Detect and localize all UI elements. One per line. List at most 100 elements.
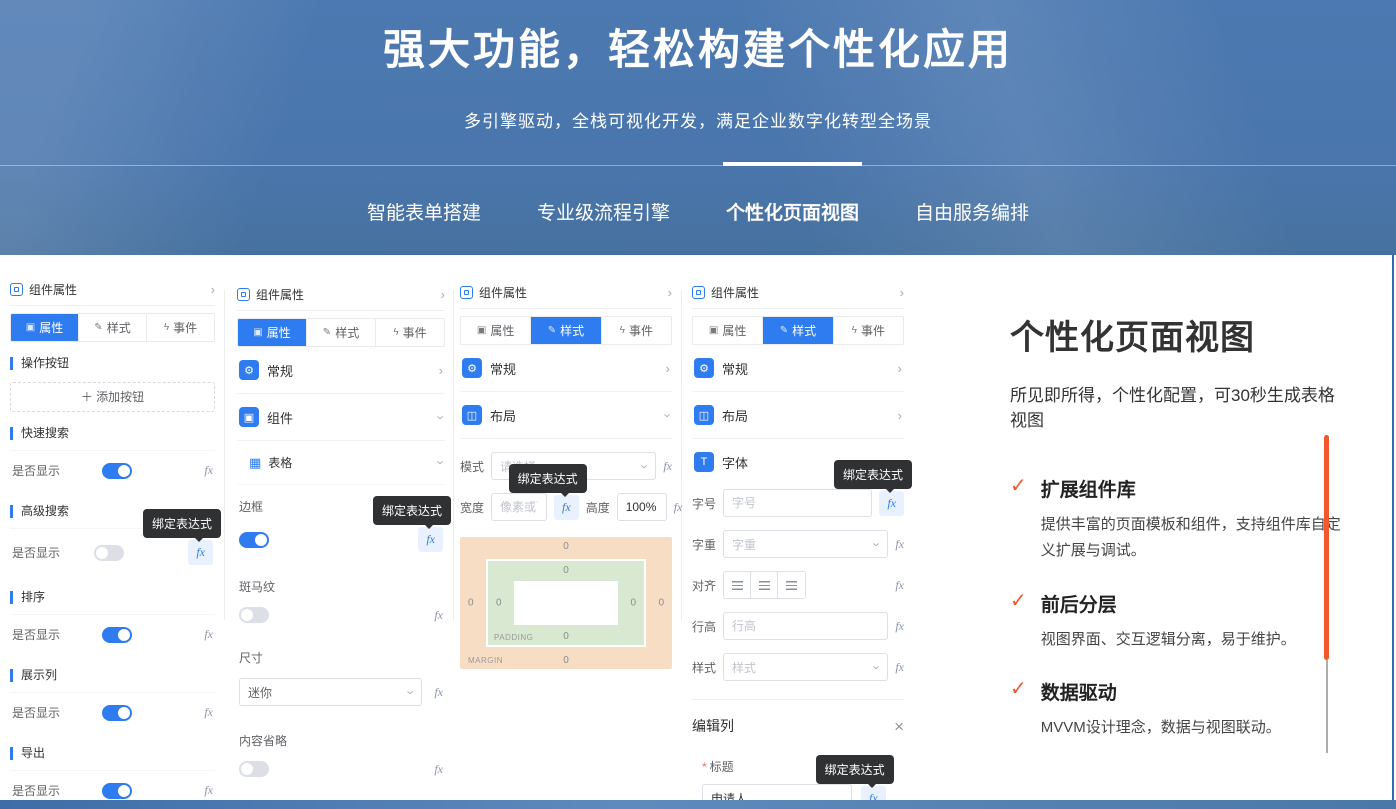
tab-properties[interactable]: ▣属性 [461, 317, 531, 344]
scrollbar-thumb[interactable] [1324, 435, 1329, 660]
content-box [514, 581, 618, 625]
font-size-row: 字号 绑定表达式 fx [692, 489, 904, 517]
font-style-select[interactable]: 样式 › [723, 653, 888, 681]
fx-button[interactable]: fx [674, 500, 683, 515]
size-select[interactable]: 迷你 › [239, 678, 422, 706]
sort-show-row: 是否显示 fx [10, 615, 215, 654]
collapse-general[interactable]: ⚙ 常规 › [460, 345, 672, 392]
fx-button[interactable]: fx [895, 619, 904, 634]
tab-style[interactable]: ✎样式 [763, 317, 833, 344]
fx-button[interactable]: fx [554, 495, 579, 520]
fx-button[interactable]: fx [434, 762, 443, 777]
padding-area[interactable]: 0 0 0 0 PADDING [486, 559, 646, 647]
chevron-down-icon: › [639, 464, 652, 468]
edit-column-title: 编辑列 [692, 716, 734, 736]
panel-tab-bar: ▣属性 ✎样式 ϟ事件 [692, 316, 904, 345]
fx-button[interactable]: fx [434, 608, 443, 623]
fx-button[interactable]: fx [204, 463, 213, 478]
tab-properties[interactable]: ▣属性 [693, 317, 763, 344]
chevron-right-icon[interactable]: › [900, 286, 904, 299]
tab-page-view[interactable]: 个性化页面视图 [726, 198, 859, 225]
height-input[interactable] [617, 493, 667, 521]
tab-event[interactable]: ϟ事件 [602, 317, 671, 344]
panel-divider [224, 290, 225, 620]
collapse-layout[interactable]: ◫ 布局 › [692, 392, 904, 439]
event-icon: ϟ [620, 325, 625, 336]
font-icon: T [694, 452, 714, 472]
general-icon: ⚙ [694, 358, 714, 378]
collapse-component[interactable]: ▣ 组件 › [237, 394, 445, 441]
fx-button[interactable]: fx [204, 783, 213, 798]
add-button[interactable]: ＋ 添加按钮 [10, 382, 215, 412]
collapse-layout[interactable]: ◫ 布局 › [460, 392, 672, 439]
close-icon[interactable]: × [894, 718, 904, 735]
align-right-button[interactable] [778, 572, 805, 598]
chevron-right-icon: › [439, 364, 443, 377]
ellipsis-field: 内容省略 fx [237, 719, 445, 790]
font-weight-row: 字重 字重 › fx [692, 530, 904, 558]
sort-toggle[interactable] [102, 627, 132, 643]
quick-search-toggle[interactable] [102, 463, 132, 479]
collapse-table[interactable]: ▦ 表格 › [237, 441, 445, 485]
panel-title: 组件属性 [29, 281, 211, 298]
fx-button[interactable]: fx [879, 491, 904, 516]
panel-tab-bar: ▣属性 ✎样式 ϟ事件 [10, 313, 215, 342]
panel-style-layout: 组件属性 › ▣属性 ✎样式 ϟ事件 ⚙ 常规 › ◫ 布局 › 模式 请选择 … [460, 281, 672, 669]
fx-button[interactable]: fx [895, 537, 904, 552]
tab-properties[interactable]: ▣属性 [11, 314, 79, 341]
event-icon: ϟ [852, 325, 857, 336]
font-size-input[interactable] [723, 489, 872, 517]
tab-style[interactable]: ✎样式 [307, 319, 376, 346]
line-height-row: 行高 fx [692, 612, 904, 640]
adv-search-show-row: 是否显示 绑定表达式 fx [10, 529, 215, 576]
border-toggle[interactable] [239, 532, 269, 548]
collapse-general[interactable]: ⚙ 常规 › [692, 345, 904, 392]
padding-label: PADDING [494, 633, 533, 642]
line-height-input[interactable] [723, 612, 888, 640]
tab-style[interactable]: ✎样式 [79, 314, 147, 341]
layout-icon: ◫ [694, 405, 714, 425]
feature-title: 个性化页面视图 [1010, 310, 1342, 359]
panel-title: 组件属性 [479, 284, 668, 301]
align-center-button[interactable] [751, 572, 778, 598]
fx-button[interactable]: fx [204, 705, 213, 720]
width-input[interactable] [491, 493, 547, 521]
style-icon: ✎ [323, 327, 331, 338]
adv-search-toggle[interactable] [94, 545, 124, 561]
tab-properties[interactable]: ▣属性 [238, 319, 307, 346]
scrollbar-track[interactable] [1326, 660, 1328, 753]
feature-item: ✓ 前后分层 视图界面、交互逻辑分离，易于维护。 [1010, 590, 1342, 653]
font-weight-select[interactable]: 字重 › [723, 530, 888, 558]
ellipsis-toggle[interactable] [239, 761, 269, 777]
table-icon: ▦ [249, 455, 261, 471]
fx-button[interactable]: fx [204, 627, 213, 642]
fx-button[interactable]: fx [895, 660, 904, 675]
fx-button[interactable]: fx [663, 459, 672, 474]
chevron-right-icon[interactable]: › [441, 288, 445, 301]
component-icon [692, 286, 705, 299]
section-quick-search: 快速搜索 [10, 427, 215, 440]
tab-event[interactable]: ϟ事件 [834, 317, 903, 344]
align-left-button[interactable] [724, 572, 751, 598]
tab-service-orchestration[interactable]: 自由服务编排 [915, 198, 1029, 225]
section-action-button: 操作按钮 [10, 357, 215, 370]
fx-button[interactable]: fx [418, 527, 443, 552]
export-toggle[interactable] [102, 783, 132, 799]
tab-smart-form[interactable]: 智能表单搭建 [367, 198, 481, 225]
chevron-right-icon[interactable]: › [668, 286, 672, 299]
zebra-toggle[interactable] [239, 607, 269, 623]
tab-event[interactable]: ϟ事件 [376, 319, 444, 346]
fx-button[interactable]: fx [188, 540, 213, 565]
box-model-diagram[interactable]: 0 0 0 0 MARGIN 0 0 0 0 PADDING [460, 537, 672, 669]
tab-event[interactable]: ϟ事件 [147, 314, 214, 341]
chevron-right-icon[interactable]: › [211, 283, 215, 296]
align-left-icon [732, 581, 743, 590]
fx-button[interactable]: fx [895, 578, 904, 593]
tab-process-engine[interactable]: 专业级流程引擎 [537, 198, 670, 225]
general-icon: ⚙ [239, 360, 259, 380]
columns-toggle[interactable] [102, 705, 132, 721]
collapse-general[interactable]: ⚙ 常规 › [237, 347, 445, 394]
fx-button[interactable]: fx [434, 685, 443, 700]
chevron-right-icon: › [898, 362, 902, 375]
tab-style[interactable]: ✎样式 [531, 317, 601, 344]
